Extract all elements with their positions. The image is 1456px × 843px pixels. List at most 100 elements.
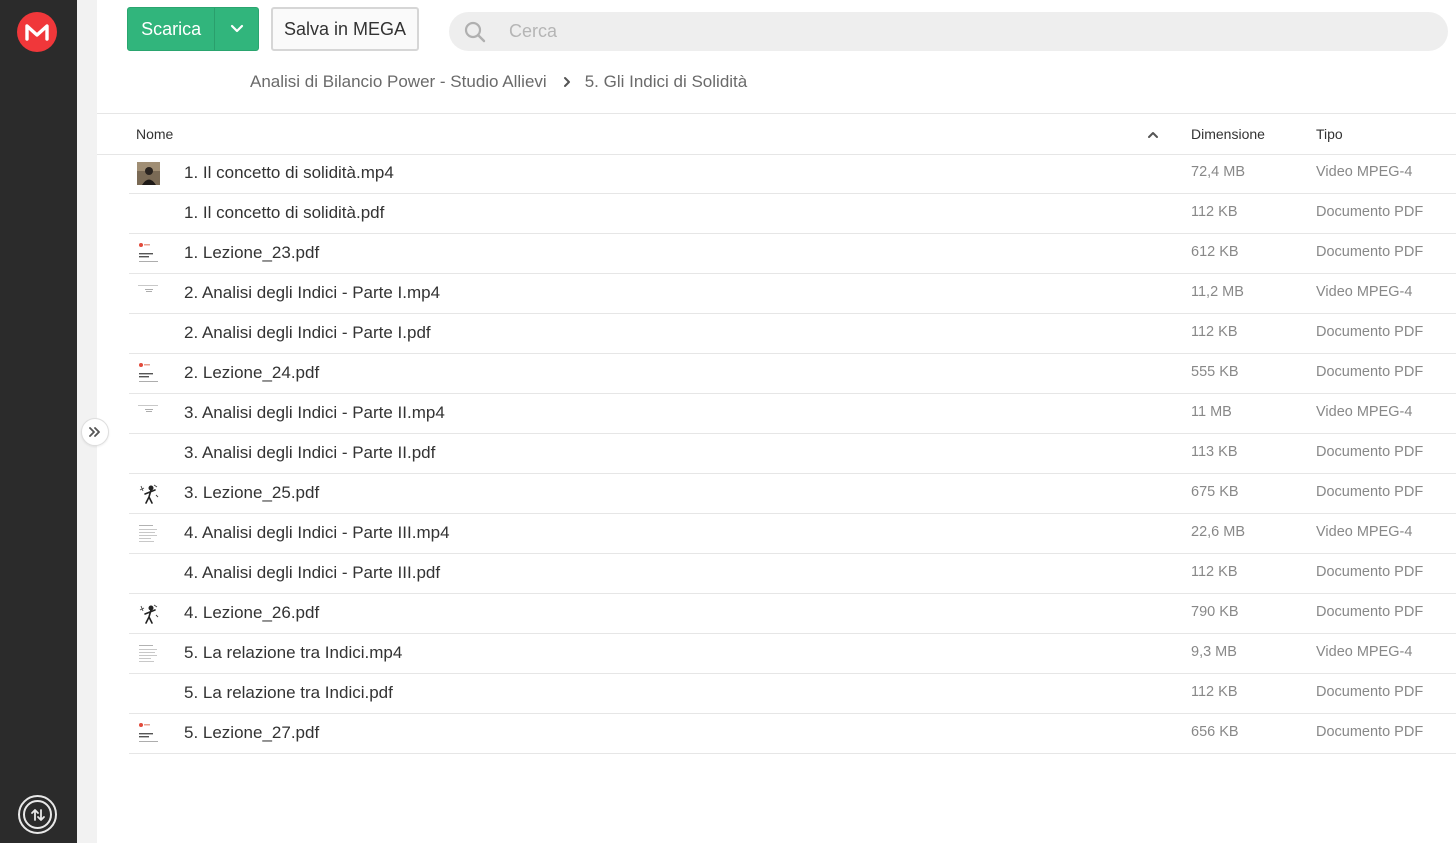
file-thumbnail-person-photo [137,162,160,185]
file-row[interactable]: 1. Il concetto di solidità.mp4 72,4 MB Vid… [129,154,1456,194]
sort-ascending-icon[interactable] [1147,127,1159,143]
search-input[interactable] [509,21,1409,42]
file-row[interactable]: 2. Analisi degli Indici - Parte I.mp4 11,… [129,274,1456,314]
file-row[interactable]: 1. Lezione_23.pdf 612 KB Documento PDF [129,234,1456,274]
file-type: Documento PDF [1316,484,1424,500]
download-options-button[interactable] [214,8,258,50]
file-size: 612 KB [1191,244,1239,260]
file-row[interactable]: 3. Analisi degli Indici - Parte II.pdf 11… [129,434,1456,474]
file-name[interactable]: 5. La relazione tra Indici.mp4 [184,643,402,663]
file-name[interactable]: 4. Lezione_26.pdf [184,603,319,623]
expand-panel-button[interactable] [81,418,109,446]
file-thumbnail-slide-text [137,522,160,545]
file-size: 555 KB [1191,364,1239,380]
left-rail [0,0,77,843]
file-type: Documento PDF [1316,244,1424,260]
file-name[interactable]: 3. Analisi degli Indici - Parte II.pdf [184,443,435,463]
double-chevron-right-icon [89,427,100,437]
file-thumbnail-slide-red-logo [137,242,160,265]
file-size: 675 KB [1191,484,1239,500]
file-name[interactable]: 4. Analisi degli Indici - Parte III.pdf [184,563,440,583]
file-thumbnail-empty [137,682,160,705]
file-size: 112 KB [1191,684,1238,700]
file-name[interactable]: 1. Il concetto di solidità.pdf [184,203,384,223]
search-icon [449,20,493,44]
file-size: 656 KB [1191,724,1239,740]
download-button-label[interactable]: Scarica [128,8,214,50]
file-row[interactable]: 4. Analisi degli Indici - Parte III.mp4 2… [129,514,1456,554]
file-size: 9,3 MB [1191,644,1237,660]
file-thumbnail-slide-lines [137,402,160,425]
file-list: 1. Il concetto di solidità.mp4 72,4 MB Vid… [129,154,1456,754]
file-name[interactable]: 1. Lezione_23.pdf [184,243,319,263]
file-size: 112 KB [1191,564,1238,580]
breadcrumb: Analisi di Bilancio Power - Studio Allie… [250,70,747,94]
file-size: 112 KB [1191,204,1238,220]
file-name[interactable]: 3. Lezione_25.pdf [184,483,319,503]
app-root: Scarica Salva in MEGA Analisi di Bilanci… [0,0,1456,843]
mega-logo[interactable] [17,12,57,52]
file-type: Video MPEG-4 [1316,404,1413,420]
column-header-size[interactable]: Dimensione [1191,126,1265,142]
file-name[interactable]: 3. Analisi degli Indici - Parte II.mp4 [184,403,445,423]
transfers-icon [23,800,52,829]
file-row[interactable]: 3. Analisi degli Indici - Parte II.mp4 11… [129,394,1456,434]
mega-m-icon [25,24,49,41]
file-size: 11 MB [1191,404,1232,420]
save-to-mega-button[interactable]: Salva in MEGA [271,7,419,51]
file-type: Documento PDF [1316,684,1424,700]
file-row[interactable]: 4. Analisi degli Indici - Parte III.pdf 1… [129,554,1456,594]
file-row[interactable]: 5. La relazione tra Indici.mp4 9,3 MB Vide… [129,634,1456,674]
file-type: Video MPEG-4 [1316,284,1413,300]
file-row[interactable]: 2. Analisi degli Indici - Parte I.pdf 112… [129,314,1456,354]
file-type: Video MPEG-4 [1316,164,1413,180]
file-row[interactable]: 3. Lezione_25.pdf 675 KB Documento PDF [129,474,1456,514]
file-type: Documento PDF [1316,604,1424,620]
download-button[interactable]: Scarica [127,7,259,51]
file-thumbnail-empty [137,202,160,225]
file-name[interactable]: 5. Lezione_27.pdf [184,723,319,743]
file-row[interactable]: 4. Lezione_26.pdf 790 KB Documento PDF [129,594,1456,634]
file-name[interactable]: 2. Analisi degli Indici - Parte I.mp4 [184,283,440,303]
search-bar[interactable] [449,12,1448,51]
file-row[interactable]: 2. Lezione_24.pdf 555 KB Documento PDF [129,354,1456,394]
transfers-button[interactable] [18,795,57,834]
file-type: Documento PDF [1316,444,1424,460]
file-size: 72,4 MB [1191,164,1245,180]
column-header-name[interactable]: Nome [136,126,173,142]
file-type: Documento PDF [1316,564,1424,580]
file-row[interactable]: 5. La relazione tra Indici.pdf 112 KB Docu… [129,674,1456,714]
file-type: Documento PDF [1316,724,1424,740]
file-name[interactable]: 4. Analisi degli Indici - Parte III.mp4 [184,523,450,543]
file-size: 113 KB [1191,444,1238,460]
file-name[interactable]: 2. Analisi degli Indici - Parte I.pdf [184,323,431,343]
file-thumbnail-slide-text [137,642,160,665]
file-thumbnail-empty [137,442,160,465]
breadcrumb-item-current[interactable]: 5. Gli Indici di Solidità [585,72,748,92]
file-size: 790 KB [1191,604,1239,620]
file-size: 11,2 MB [1191,284,1244,300]
column-header-type[interactable]: Tipo [1316,126,1343,142]
file-thumbnail-slide-lines [137,282,160,305]
file-size: 22,6 MB [1191,524,1245,540]
file-type: Documento PDF [1316,204,1424,220]
file-thumbnail-figure-sketch [137,482,160,505]
file-thumbnail-slide-red-logo [137,362,160,385]
file-size: 112 KB [1191,324,1238,340]
file-type: Video MPEG-4 [1316,524,1413,540]
file-row[interactable]: 1. Il concetto di solidità.pdf 112 KB Docu… [129,194,1456,234]
breadcrumb-item-parent[interactable]: Analisi di Bilancio Power - Studio Allie… [250,72,547,92]
file-name[interactable]: 1. Il concetto di solidità.mp4 [184,163,394,183]
file-name[interactable]: 2. Lezione_24.pdf [184,363,319,383]
file-thumbnail-empty [137,322,160,345]
file-type: Documento PDF [1316,364,1424,380]
file-thumbnail-figure-sketch [137,602,160,625]
file-name[interactable]: 5. La relazione tra Indici.pdf [184,683,393,703]
chevron-down-icon [230,24,243,33]
file-thumbnail-empty [137,562,160,585]
file-row[interactable]: 5. Lezione_27.pdf 656 KB Documento PDF [129,714,1456,754]
table-header: Nome Dimensione Tipo [97,114,1456,155]
file-thumbnail-slide-red-logo [137,722,160,745]
chevron-right-icon [563,76,571,88]
file-type: Video MPEG-4 [1316,644,1413,660]
